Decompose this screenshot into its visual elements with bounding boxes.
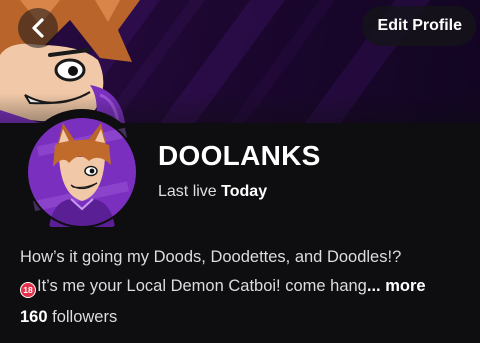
last-live-prefix: Last live	[158, 183, 217, 200]
edit-profile-button[interactable]: Edit Profile	[361, 6, 476, 46]
avatar[interactable]	[19, 109, 145, 235]
last-live-status: Last live Today	[158, 183, 267, 201]
no-under-18-icon: 18	[20, 282, 36, 298]
bio-line-2-row: 18 It’s me your Local Demon Catboi! come …	[20, 272, 472, 301]
channel-bio: How’s it going my Doods, Doodettes, and …	[20, 243, 472, 301]
bio-more-link[interactable]: ... more	[367, 277, 426, 295]
followers-number: 160	[20, 308, 48, 326]
chevron-left-icon	[32, 18, 44, 38]
followers-count[interactable]: 160 followers	[20, 308, 117, 327]
back-button[interactable]	[18, 8, 58, 48]
last-live-value: Today	[221, 183, 268, 200]
bio-line-2: It’s me your Local Demon Catboi! come ha…	[37, 277, 367, 295]
followers-label: followers	[52, 308, 118, 326]
avatar-artwork	[26, 116, 138, 228]
bio-line-1: How’s it going my Doods, Doodettes, and …	[20, 248, 402, 266]
channel-name: DOOLANKS	[158, 140, 321, 171]
channel-profile-screen: Edit Profile DOOLANKS Last live Today Ho…	[0, 0, 480, 343]
